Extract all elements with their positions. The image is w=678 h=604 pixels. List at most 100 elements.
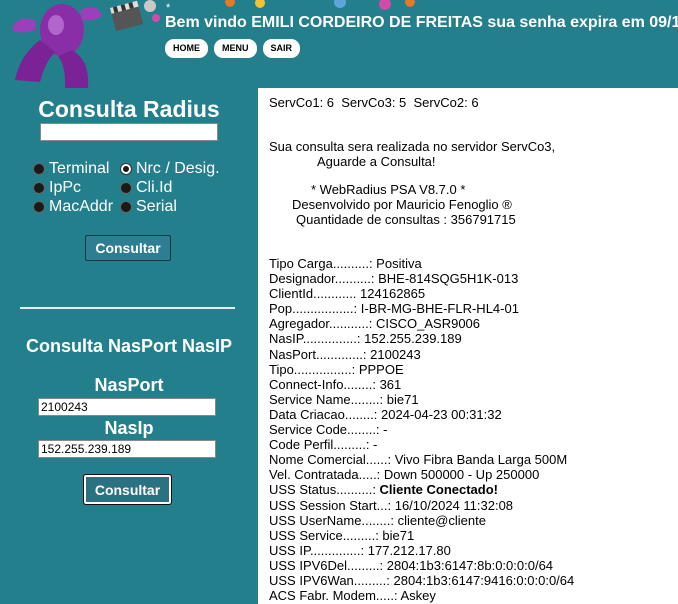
result-label: USS IP..............: [269, 542, 368, 558]
result-label: Pop.................: [269, 301, 361, 317]
radio-serial[interactable]: Serial [120, 198, 177, 216]
header-star: * [166, 2, 171, 14]
result-row: Nome Comercial......: Vivo Fibra Banda L… [269, 452, 574, 467]
result-row: ClientId............ 124162865 [269, 286, 574, 301]
nasip-input[interactable] [38, 440, 216, 458]
radio-label: Cli.Id [136, 179, 173, 196]
header: * Bem vindo EMILI CORDEIRO DE FREITAS su… [0, 0, 678, 88]
radio-macaddr[interactable]: MacAddr [33, 198, 113, 216]
result-row: USS UserName........: cliente@cliente [269, 513, 574, 528]
result-label: NasIP...............: [269, 331, 365, 347]
radio-dot[interactable] [33, 182, 45, 194]
sair-button[interactable]: SAIR [262, 39, 301, 58]
result-list: Tipo Carga..........: Positiva Designador… [269, 256, 574, 603]
result-row: Data Criacao........: 2024-04-23 00:31:3… [269, 407, 574, 422]
result-label: USS IPV6Del.........: [269, 557, 387, 573]
radio-nrc-desig[interactable]: Nrc / Desig. [120, 160, 220, 178]
welcome-message: Bem vindo EMILI CORDEIRO DE FREITAS sua … [165, 14, 678, 31]
sidebar-divider [20, 307, 235, 309]
result-row: USS Session Start...: 16/10/2024 11:32:0… [269, 498, 574, 513]
version-line: * WebRadius PSA V8.7.0 * [311, 182, 466, 197]
result-value: - [383, 422, 388, 438]
search-type-radios: Terminal Nrc / Desig. IpPc Cli.Id MacAdd… [33, 160, 253, 217]
result-label: Service Code........: [269, 422, 384, 438]
radio-label: Terminal [49, 160, 110, 177]
result-label: Tipo Carga..........: [269, 256, 377, 271]
result-row: USS Service.........: bie71 [269, 528, 574, 543]
result-value: 2804:1b3:6147:8b:0:0:0:0/64 [386, 557, 554, 573]
result-label: USS UserName........: [269, 512, 398, 528]
result-label: USS IPV6Wan.........: [269, 572, 394, 588]
result-value: Cliente Conectado! [379, 482, 499, 498]
developer-line: Desenvolvido por Mauricio Fenoglio ® [292, 197, 512, 212]
result-row: USS IPV6Wan.........: 2804:1b3:6147:9416… [269, 573, 574, 588]
result-value: cliente@cliente [397, 512, 486, 528]
result-label: Code Perfil.........: [269, 437, 374, 453]
result-value: Down 500000 - Up 250000 [383, 467, 540, 483]
radio-dot-checked[interactable] [120, 163, 132, 175]
result-label: USS Session Start...: [269, 497, 395, 513]
consultar-radius-button[interactable]: Consultar [85, 235, 171, 261]
result-label: Nome Comercial......: [269, 452, 395, 468]
sidebar: Consulta Radius Terminal Nrc / Desig. Ip… [0, 88, 258, 604]
home-button[interactable]: HOME [165, 39, 208, 58]
decorative-icons [225, 0, 415, 10]
result-row: Service Code........: - [269, 422, 574, 437]
radio-dot[interactable] [33, 201, 45, 213]
result-label: Tipo................: [269, 361, 359, 377]
consultar-nasport-button[interactable]: Consultar [83, 474, 172, 505]
result-label: Agregador...........: [269, 316, 376, 332]
nasport-input[interactable] [38, 398, 216, 416]
radius-search-input[interactable] [40, 123, 218, 141]
radio-terminal[interactable]: Terminal [33, 160, 109, 178]
nasip-label: NasIp [104, 418, 154, 438]
nasport-label: NasPort [94, 375, 164, 395]
result-row: Connect-Info........: 361 [269, 377, 574, 392]
result-value: Askey [400, 588, 436, 604]
radio-dot[interactable] [33, 163, 45, 175]
result-value: PPPOE [358, 361, 404, 377]
result-value: 16/10/2024 11:32:08 [394, 497, 514, 513]
result-row: Vel. Contratada.....: Down 500000 - Up 2… [269, 467, 574, 482]
result-value: bie71 [386, 391, 419, 407]
consulta-radius-title: Consulta Radius [38, 96, 220, 122]
result-value: Positiva [376, 256, 422, 271]
result-row: Service Name........: bie71 [269, 392, 574, 407]
result-row: NasIP...............: 152.255.239.189 [269, 331, 574, 346]
menu-button[interactable]: MENU [214, 39, 257, 58]
result-value: 2100243 [370, 346, 421, 362]
radio-cli-id[interactable]: Cli.Id [120, 179, 172, 197]
result-label: Designador..........: [269, 271, 379, 287]
query-count: Quantidade de consultas : 356791715 [296, 212, 516, 227]
result-row: ACS Fabr. Modem.....: Askey [269, 588, 574, 603]
radio-label: Serial [136, 198, 177, 215]
result-label: NasPort.............: [269, 346, 371, 362]
result-panel: ServCo1: 6 ServCo3: 5 ServCo2: 6 Sua con… [258, 88, 678, 604]
result-row: Tipo................: PPPOE [269, 362, 574, 377]
result-value: - [373, 437, 378, 453]
result-value: 361 [379, 376, 402, 392]
result-label: Service Name........: [269, 391, 387, 407]
result-row: USS Status..........: Cliente Conectado! [269, 482, 574, 497]
radio-dot[interactable] [120, 201, 132, 213]
radio-dot[interactable] [120, 182, 132, 194]
result-value: bie71 [382, 527, 415, 543]
result-row: Designador..........: BHE-814SQG5H1K-013 [269, 271, 574, 286]
radio-label: IpPc [49, 179, 82, 196]
radio-ippc[interactable]: IpPc [33, 179, 81, 197]
result-row: Tipo Carga..........: Positiva [269, 256, 574, 271]
result-row: USS IPV6Del.........: 2804:1b3:6147:8b:0… [269, 558, 574, 573]
result-label: USS Status..........: [269, 482, 380, 498]
logo-mascot-icon [12, 0, 160, 88]
result-row: Agregador...........: CISCO_ASR9006 [269, 316, 574, 331]
result-label: Vel. Contratada.....: [269, 467, 384, 483]
result-value: 177.212.17.80 [367, 542, 451, 558]
consulta-nasport-title: Consulta NasPort NasIP [25, 336, 233, 356]
result-value: 152.255.239.189 [364, 331, 462, 347]
result-value: Vivo Fibra Banda Larga 500M [394, 452, 568, 468]
result-row: USS IP..............: 177.212.17.80 [269, 543, 574, 558]
result-value: I-BR-MG-BHE-FLR-HL4-01 [360, 301, 519, 317]
result-value: 2804:1b3:6147:9416:0:0:0:0/64 [393, 572, 575, 588]
radio-label: MacAddr [49, 198, 114, 215]
result-label: Connect-Info........: [269, 376, 380, 392]
